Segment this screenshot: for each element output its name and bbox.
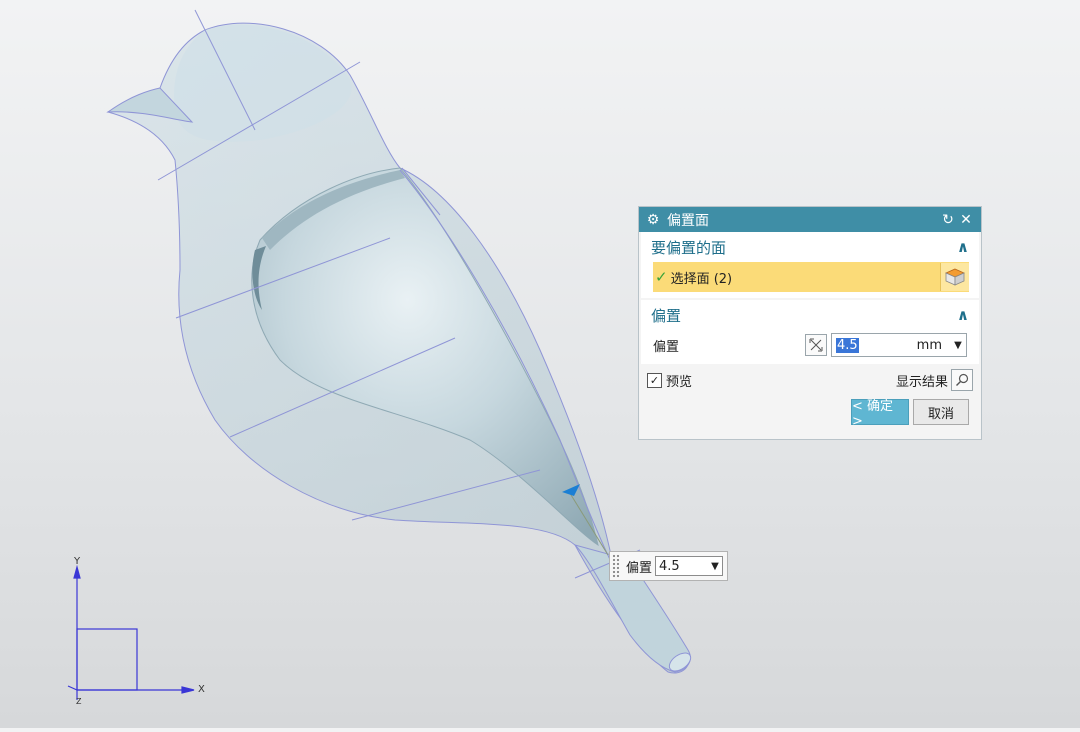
axis-x-label: X	[198, 684, 205, 695]
axis-z-label: Z	[76, 697, 82, 706]
offset-section-header[interactable]: 偏置 ∧	[641, 300, 979, 330]
faces-section-header[interactable]: 要偏置的面 ∧	[641, 232, 979, 262]
offset-section-title: 偏置	[651, 306, 682, 325]
handle-label: 偏置	[626, 560, 653, 576]
button-row: < 确定 > 取消	[639, 396, 981, 429]
select-face-label: 选择面 (2)	[670, 271, 733, 287]
magnifier-icon[interactable]	[951, 369, 973, 391]
dialog-title-bar[interactable]: ⚙ 偏置面 ↻ ✕	[639, 207, 981, 232]
dropdown-arrow-icon[interactable]: ▼	[950, 340, 966, 351]
gear-icon: ⚙	[646, 211, 660, 228]
close-icon[interactable]: ✕	[957, 212, 975, 228]
offset-face-dialog: ⚙ 偏置面 ↻ ✕ 要偏置的面 ∧ ✓ 选择面 (2) 偏置 ∧ 偏置 4.5 …	[638, 206, 982, 440]
scale-icon[interactable]	[805, 334, 827, 356]
offset-row: 偏置 4.5 mm ▼	[641, 330, 979, 360]
face-select-icon[interactable]	[940, 263, 969, 291]
cancel-button[interactable]: 取消	[913, 399, 969, 425]
offset-value-input[interactable]: 4.5 mm ▼	[831, 333, 967, 357]
offset-unit: mm	[916, 337, 942, 353]
checkmark-icon: ✓	[655, 268, 668, 286]
faces-section-title: 要偏置的面	[651, 238, 727, 257]
offset-handle-box: 偏置 4.5 ▼	[609, 551, 728, 581]
dropdown-arrow-icon[interactable]: ▼	[708, 561, 722, 572]
collapse-icon[interactable]: ∧	[957, 306, 969, 324]
offset-field-label: 偏置	[653, 339, 680, 355]
dialog-title: 偏置面	[667, 212, 709, 229]
axis-y-label: Y	[74, 556, 81, 567]
coordinate-triad	[67, 564, 195, 700]
offset-value[interactable]: 4.5	[836, 337, 859, 353]
show-result-label: 显示结果	[895, 374, 948, 390]
reset-icon[interactable]: ↻	[939, 212, 957, 228]
handle-value-input[interactable]: 4.5 ▼	[655, 556, 724, 576]
handle-value[interactable]: 4.5	[656, 559, 708, 574]
preview-checkbox[interactable]: ✓	[647, 372, 662, 388]
preview-label: 预览	[666, 374, 693, 390]
faces-section: 要偏置的面 ∧ ✓ 选择面 (2)	[641, 232, 979, 298]
collapse-icon[interactable]: ∧	[957, 238, 969, 256]
ok-button[interactable]: < 确定 >	[851, 399, 909, 429]
select-face-row[interactable]: ✓ 选择面 (2)	[653, 262, 969, 292]
options-row: ✓ 预览 显示结果	[639, 364, 981, 396]
offset-section: 偏置 ∧ 偏置 4.5 mm ▼	[641, 300, 979, 364]
drag-grip[interactable]	[612, 554, 620, 578]
